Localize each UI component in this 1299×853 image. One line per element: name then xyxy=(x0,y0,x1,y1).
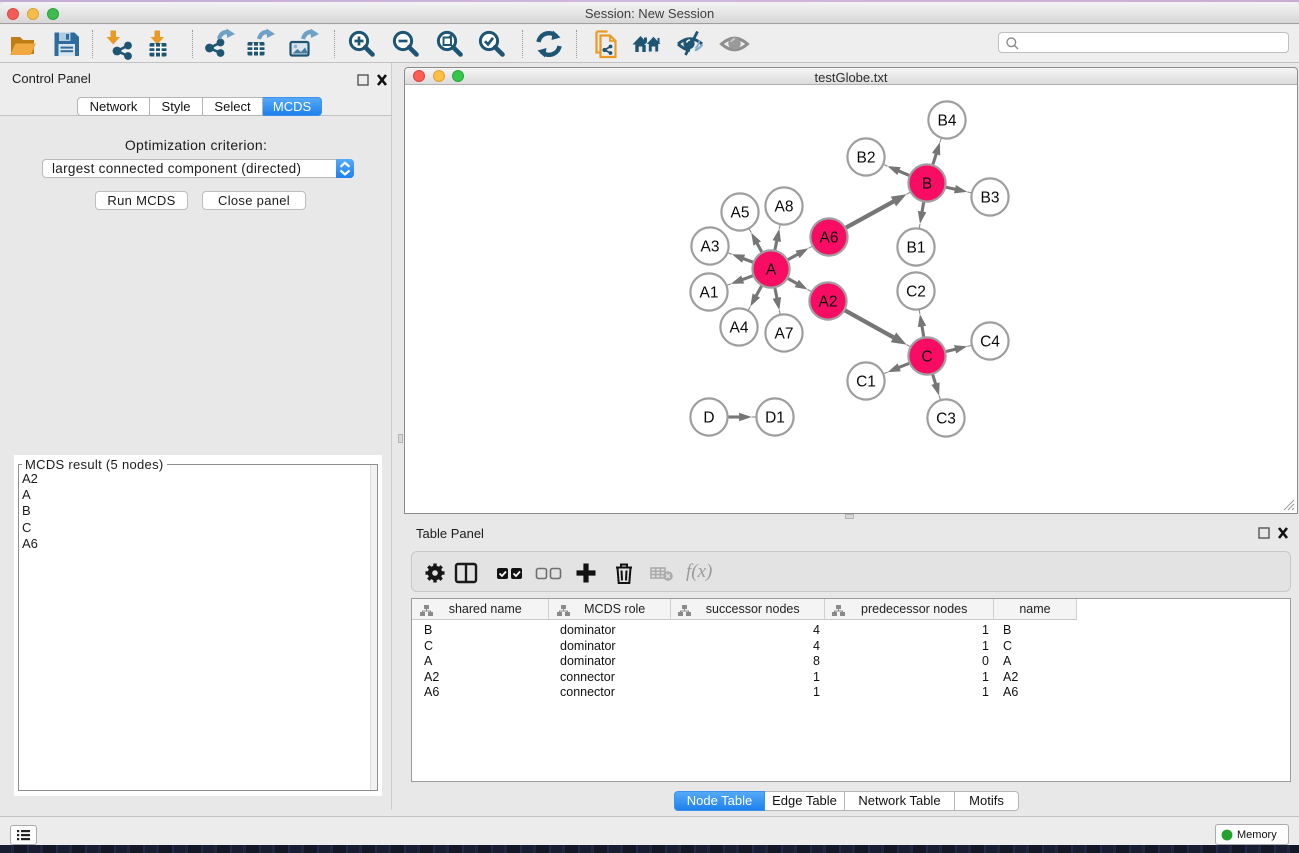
svg-text:B2: B2 xyxy=(857,149,876,166)
svg-text:D: D xyxy=(703,409,714,426)
svg-text:A7: A7 xyxy=(775,325,794,342)
svg-text:C4: C4 xyxy=(980,333,1000,350)
svg-text:D1: D1 xyxy=(765,409,785,426)
svg-text:B4: B4 xyxy=(938,112,957,129)
svg-text:A4: A4 xyxy=(730,319,749,336)
svg-text:A2: A2 xyxy=(819,293,838,310)
svg-text:C2: C2 xyxy=(906,283,926,300)
svg-text:C1: C1 xyxy=(856,373,876,390)
svg-text:C: C xyxy=(921,348,932,365)
svg-text:B1: B1 xyxy=(907,239,926,256)
svg-text:C3: C3 xyxy=(936,410,956,427)
svg-text:A5: A5 xyxy=(731,204,750,221)
svg-text:A3: A3 xyxy=(701,238,720,255)
svg-text:A1: A1 xyxy=(700,284,719,301)
svg-text:A8: A8 xyxy=(775,198,794,215)
svg-text:A6: A6 xyxy=(820,229,839,246)
svg-text:B3: B3 xyxy=(981,189,1000,206)
svg-text:A: A xyxy=(766,261,777,278)
svg-text:B: B xyxy=(922,175,932,192)
